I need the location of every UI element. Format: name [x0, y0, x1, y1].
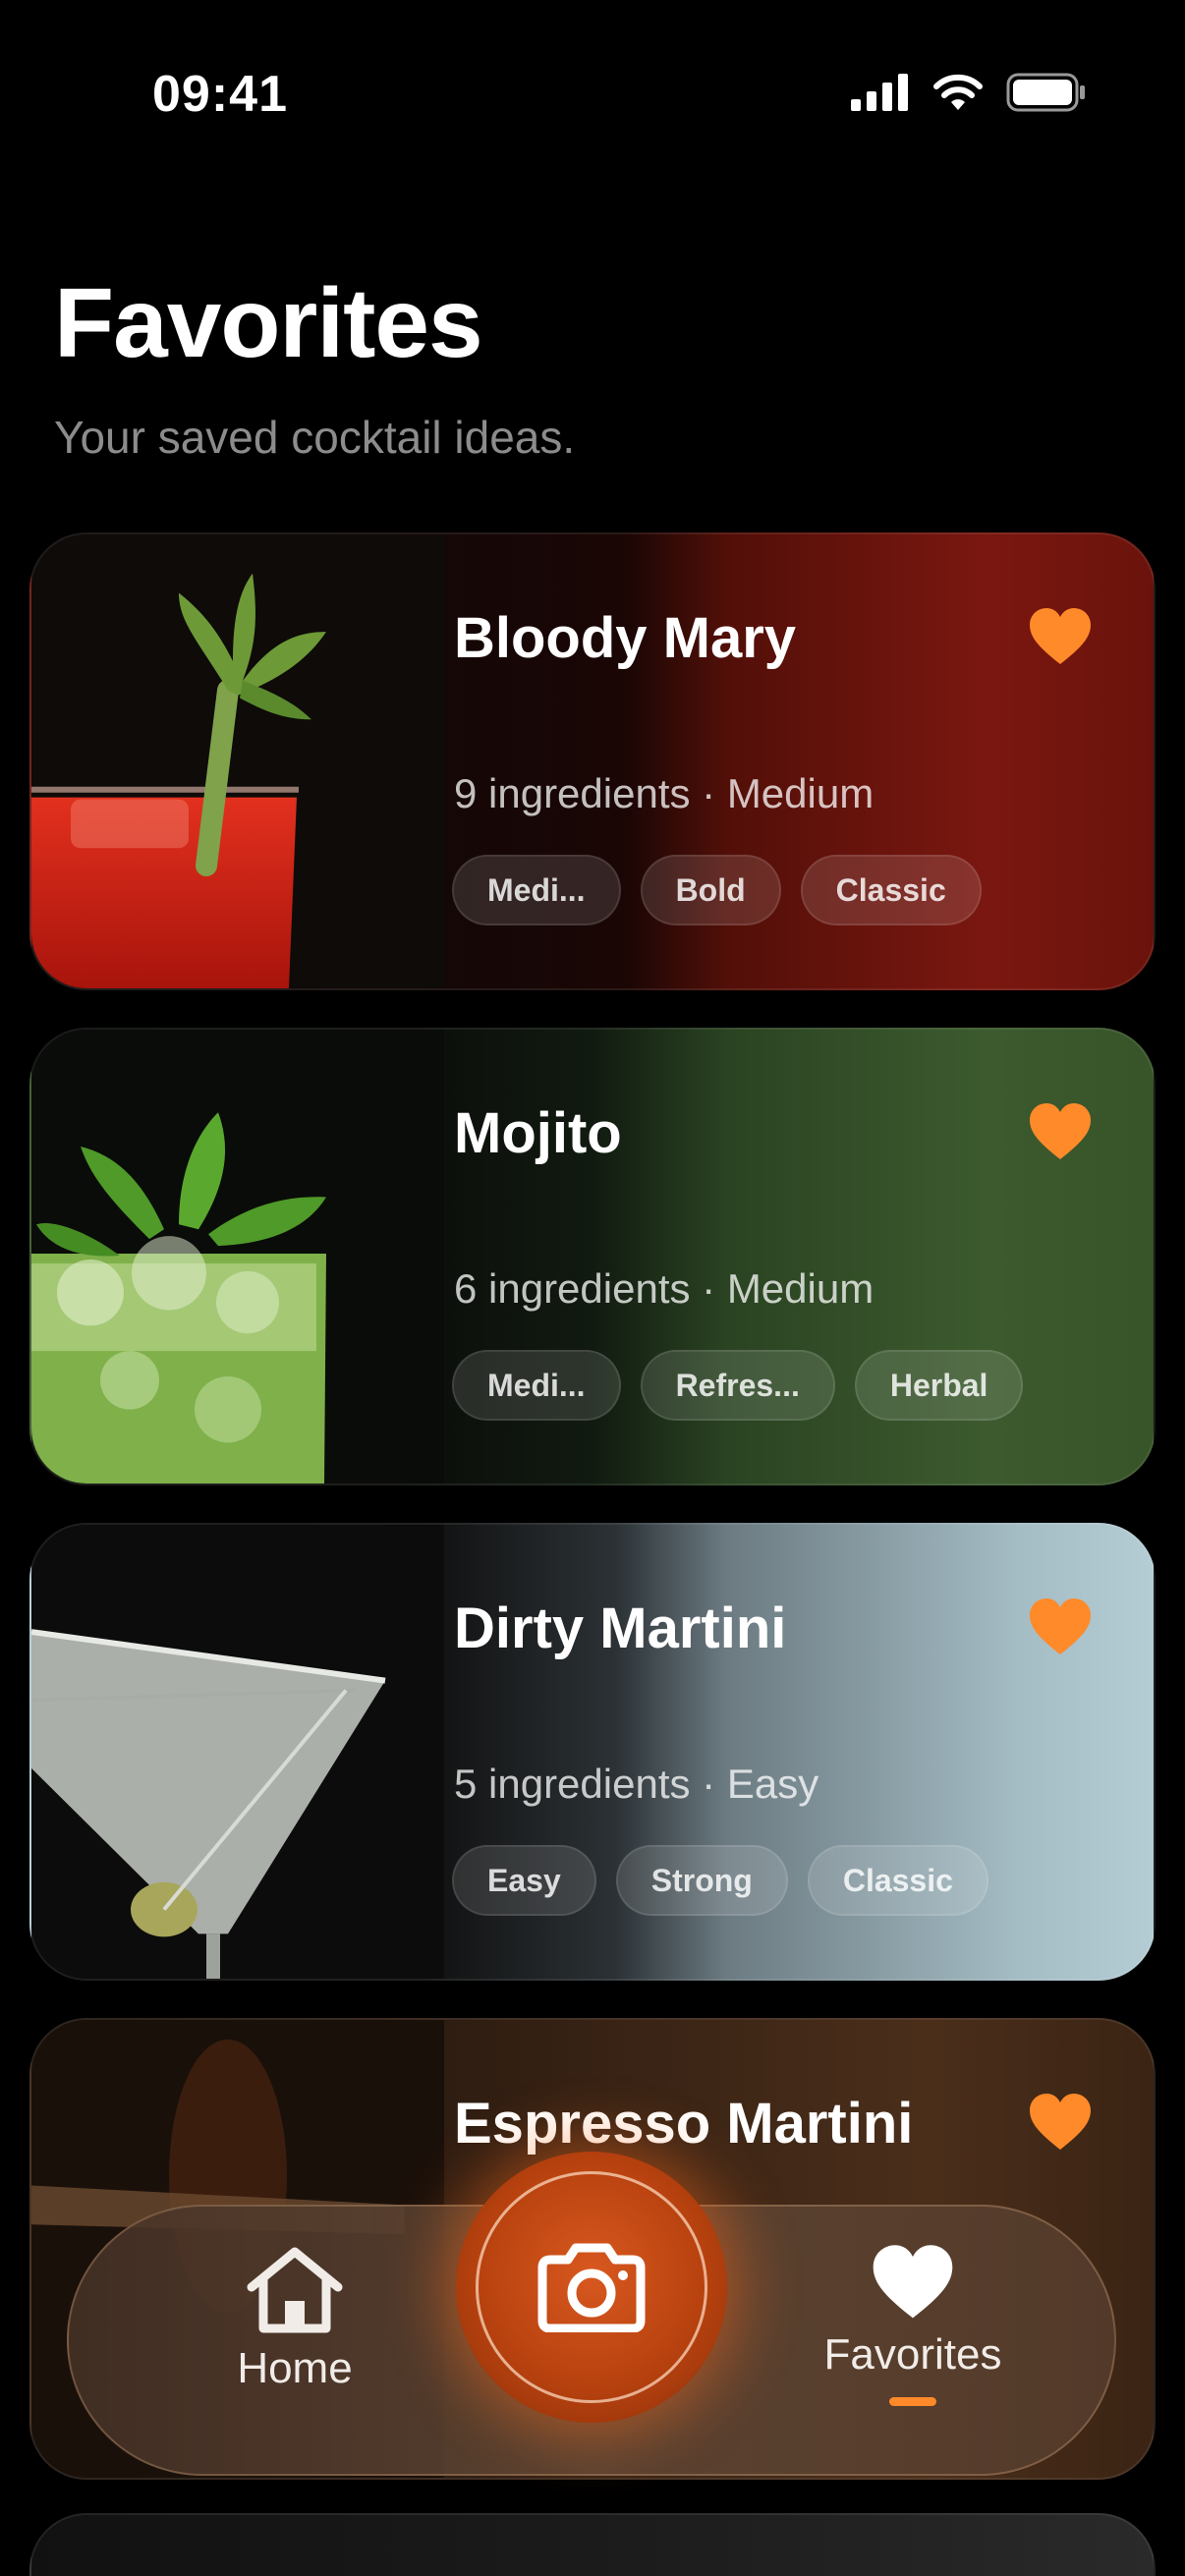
camera-button[interactable] [456, 2152, 727, 2423]
status-time: 09:41 [152, 66, 288, 123]
house-icon [247, 2247, 343, 2333]
mojito-photo [31, 1030, 444, 1484]
heart-icon[interactable] [1028, 1597, 1093, 1656]
tag: Medi... [452, 855, 621, 925]
page-subtitle: Your saved cocktail ideas. [54, 412, 576, 463]
heart-icon[interactable] [1028, 607, 1093, 666]
status-bar: 09:41 [0, 0, 1185, 187]
tag: Medi... [452, 1350, 621, 1421]
tab-favorites[interactable]: Favorites [795, 2207, 1031, 2478]
favorite-card[interactable]: Dirty Martini 5 ingredients · Easy Easy … [29, 1523, 1156, 1981]
tag: Classic [800, 855, 982, 925]
cocktail-name: Mojito [454, 1101, 622, 1165]
cocktail-meta: 9 ingredients · Medium [454, 770, 875, 816]
status-icons [851, 73, 1087, 112]
camera-icon [537, 2243, 646, 2332]
tab-home-label: Home [237, 2344, 353, 2392]
tag: Herbal [854, 1350, 1024, 1421]
wifi-icon [933, 74, 983, 110]
heart-icon [873, 2245, 953, 2319]
page-title: Favorites [54, 268, 483, 378]
dirty-martini-photo [31, 1525, 444, 1979]
favorite-card[interactable]: Bloody Mary 9 ingredients · Medium Medi.… [29, 532, 1156, 990]
tag: Strong [615, 1845, 788, 1916]
tab-home[interactable]: Home [177, 2207, 413, 2478]
favorite-card[interactable] [29, 2513, 1156, 2576]
heart-icon[interactable] [1028, 1102, 1093, 1161]
cocktail-name: Espresso Martini [454, 2092, 914, 2156]
cocktail-name: Dirty Martini [454, 1596, 787, 1660]
cocktail-meta: 6 ingredients · Medium [454, 1265, 875, 1312]
tab-favorites-label: Favorites [823, 2330, 1002, 2379]
battery-icon [1006, 73, 1085, 112]
favorite-card[interactable]: Mojito 6 ingredients · Medium Medi... Re… [29, 1028, 1156, 1485]
cocktail-meta: 5 ingredients · Easy [454, 1761, 819, 1807]
bloody-mary-photo [31, 534, 444, 988]
cocktail-name: Bloody Mary [454, 606, 797, 670]
tag-list: Easy Strong Classic [452, 1845, 988, 1916]
tag: Refres... [640, 1350, 835, 1421]
tag: Bold [640, 855, 781, 925]
heart-icon[interactable] [1028, 2093, 1093, 2152]
active-tab-indicator [889, 2397, 936, 2406]
tag: Classic [807, 1845, 988, 1916]
tag-list: Medi... Bold Classic [452, 855, 982, 925]
cellular-signal-icon [851, 74, 908, 111]
tag-list: Medi... Refres... Herbal [452, 1350, 1024, 1421]
tag: Easy [452, 1845, 596, 1916]
